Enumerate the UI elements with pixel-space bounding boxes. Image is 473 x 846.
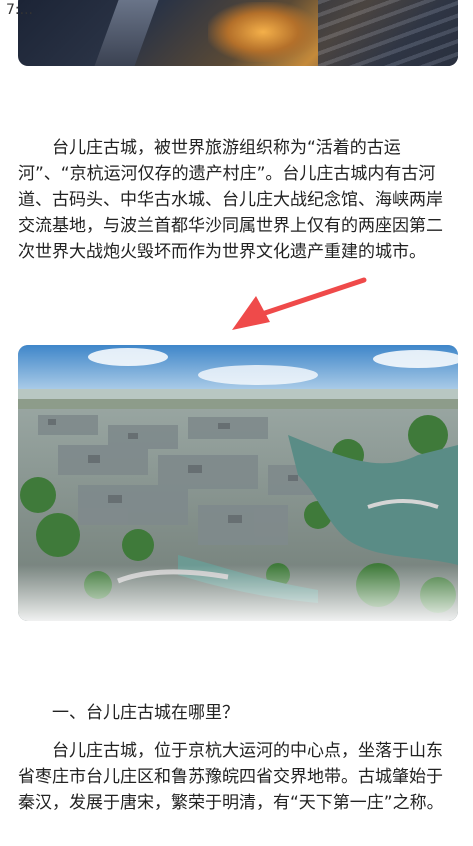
photo-street [94,0,162,66]
red-arrow-icon [232,277,367,330]
photo-lit-building [208,2,318,62]
article-paragraph-location: 台儿庄古城，位于京杭大运河的中心点，坐落于山东省枣庄市台儿庄区和鲁苏豫皖四省交界… [18,741,444,813]
status-time: 7:... [6,2,33,18]
top-photo[interactable] [18,0,458,66]
article-paragraph-intro: 台儿庄古城，被世界旅游组织称为“活着的古运河”、“京杭运河仅存的遗产村庄”。台儿… [18,138,443,262]
section-heading-location: 一、台儿庄古城在哪里？ [52,703,239,723]
main-photo[interactable] [18,345,458,621]
photo-roofs [318,0,458,66]
